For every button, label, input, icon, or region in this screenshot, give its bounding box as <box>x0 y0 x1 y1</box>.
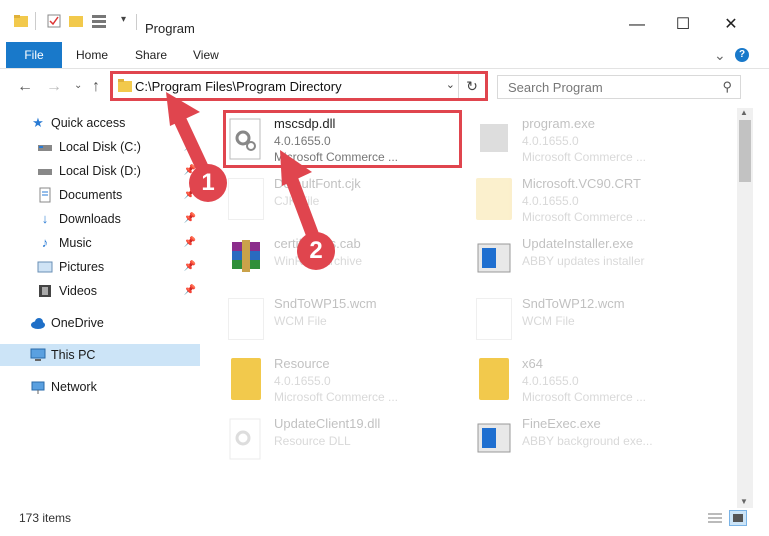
step-badge-2: 2 <box>297 232 335 270</box>
arrow-2 <box>280 150 323 251</box>
annotation-arrows <box>166 92 323 251</box>
step-badge-1: 1 <box>189 164 227 202</box>
